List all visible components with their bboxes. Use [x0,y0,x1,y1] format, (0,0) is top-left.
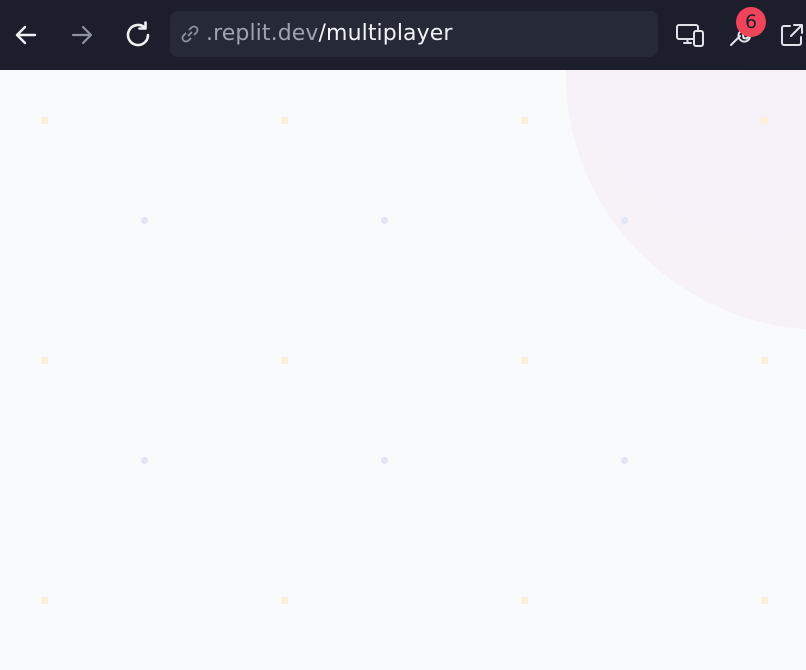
back-button[interactable] [4,13,48,57]
decor-dot [281,357,288,364]
url-path: /multiplayer [318,21,453,46]
arrow-left-icon [15,25,37,45]
decor-dot [141,217,148,224]
arrow-right-icon [71,25,93,45]
browser-toolbar: .replit.dev/multiplayer 6 [0,0,806,70]
decor-dot [381,457,388,464]
decor-dot [381,217,388,224]
decor-dot [281,597,288,604]
address-bar[interactable]: .replit.dev/multiplayer [170,11,658,57]
decor-dot [141,457,148,464]
background-blob [566,70,806,330]
decor-dot [761,357,768,364]
decor-dot [41,597,48,604]
page-content [0,70,806,670]
external-link-icon [781,24,803,46]
devices-icon [676,24,704,47]
link-icon [181,25,199,43]
decor-dot [761,597,768,604]
decor-dot [41,117,48,124]
decor-dot [521,117,528,124]
device-preview-button[interactable] [668,13,712,57]
decor-dot [761,117,768,124]
decor-dot [521,357,528,364]
reload-button[interactable] [116,13,160,57]
notification-badge: 6 [736,7,766,37]
open-in-new-tab-button[interactable] [770,13,806,57]
decor-dot [41,357,48,364]
decor-dot [521,597,528,604]
decor-dot [621,457,628,464]
decor-dot [281,117,288,124]
decor-dot [621,217,628,224]
forward-button[interactable] [60,13,104,57]
url-domain: .replit.dev [206,21,319,46]
url-text: .replit.dev/multiplayer [206,11,453,57]
reload-icon [126,21,150,47]
